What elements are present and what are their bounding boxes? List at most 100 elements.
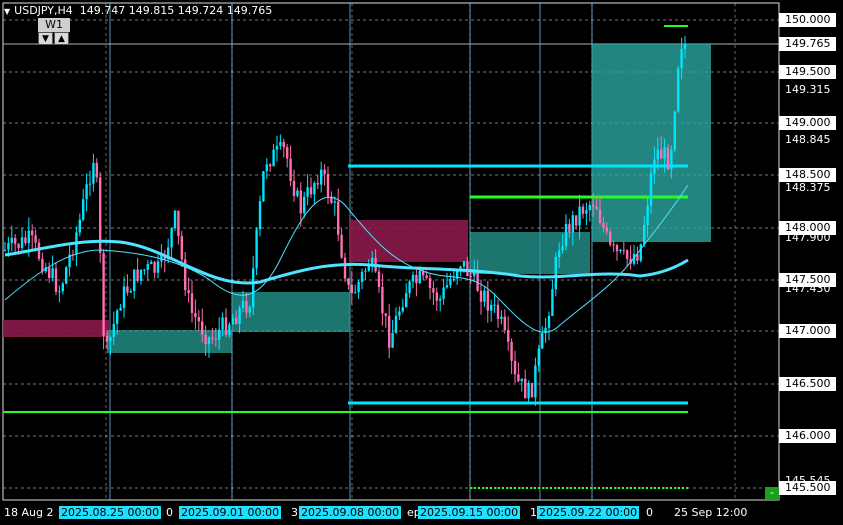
candle-body [418, 271, 421, 284]
candle-body [609, 231, 612, 245]
candle-body [585, 210, 588, 214]
candle-body [156, 261, 160, 273]
candle-body [299, 190, 302, 214]
chart-minus-button[interactable]: - [765, 487, 779, 500]
candle-body [360, 271, 364, 282]
candle-body [337, 201, 340, 235]
timeframe-up-button[interactable]: ▲ [54, 32, 69, 45]
price-tick-label: 147.900 [785, 231, 831, 244]
candle-body [14, 238, 17, 244]
price-tick-label: 148.375 [785, 181, 831, 194]
price-tick-label: 145.500 [779, 481, 836, 495]
price-tick-label: 148.500 [779, 168, 836, 182]
candle-body [207, 337, 211, 345]
candle-body [391, 332, 394, 348]
timeframe-switcher: W1 ▼ ▲ [38, 18, 70, 46]
candle-body [432, 288, 435, 293]
candle-body [646, 205, 649, 226]
timeframe-label: W1 [38, 18, 70, 32]
time-tick-label: 2025.09.01 00:00 [179, 506, 282, 519]
candle-body [252, 268, 255, 308]
candle-body [626, 250, 629, 259]
candle-body [31, 230, 34, 236]
candle-body [20, 237, 24, 249]
candle-body [313, 183, 316, 195]
candle-body [211, 337, 214, 339]
candle-body [578, 206, 581, 226]
candle-body [568, 223, 571, 233]
candle-body [292, 180, 296, 196]
candle-body [65, 267, 68, 284]
candle-body [483, 290, 486, 302]
time-tick-label: 1 [530, 506, 537, 519]
symbol-timeframe: USDJPY,H4 [14, 4, 73, 17]
candle-body [190, 293, 194, 313]
candle-body [214, 338, 217, 340]
price-chart[interactable] [0, 0, 843, 525]
candle-body [221, 317, 224, 330]
chart-menu-icon[interactable]: ▼ [4, 7, 10, 16]
candle-body [394, 315, 398, 333]
time-tick-label: 2025.08.25 00:00 [59, 506, 162, 519]
price-tick-label: 149.315 [785, 83, 831, 96]
time-tick-label: 25 Sep 12:00 [674, 506, 748, 519]
candle-body [612, 244, 615, 246]
candle-body [170, 228, 173, 248]
time-tick-label: 2025.09.22 00:00 [537, 506, 640, 519]
chart-header: ▼ USDJPY,H4 149.747 149.815 149.724 149.7… [4, 4, 272, 17]
candle-body [496, 304, 500, 319]
candle-body [27, 230, 30, 244]
candle-body [258, 201, 262, 230]
timeframe-down-button[interactable]: ▼ [38, 32, 53, 45]
candle-body [88, 183, 92, 185]
candle-body [558, 250, 561, 258]
candle-body [194, 312, 197, 318]
candle-body [656, 149, 659, 160]
candle-body [442, 287, 445, 299]
candle-body [435, 292, 438, 301]
candle-body [228, 324, 231, 335]
candle-body [204, 334, 207, 345]
candle-body [666, 147, 670, 170]
price-tick-label: 149.765 [779, 37, 836, 51]
candle-body [670, 149, 673, 170]
candle-body [112, 323, 115, 338]
candle-body [255, 229, 258, 269]
candle-body [575, 215, 578, 226]
candle-body [48, 267, 51, 279]
candle-body [150, 262, 153, 265]
candle-body [401, 307, 404, 312]
candle-body [3, 249, 7, 251]
candle-body [51, 268, 54, 279]
demand-zone [107, 330, 232, 353]
price-tick-label: 149.000 [779, 116, 836, 130]
candle-body [486, 290, 489, 311]
candle-body [122, 286, 126, 308]
candle-body [660, 149, 663, 159]
candle-body [619, 249, 622, 252]
candle-body [347, 278, 350, 285]
candle-body [102, 252, 105, 336]
candle-body [218, 329, 221, 340]
candle-body [269, 164, 272, 167]
candle-body [405, 293, 408, 308]
candle-body [527, 382, 530, 399]
demand-zone [470, 232, 590, 274]
candle-body [595, 206, 598, 210]
candle-body [34, 235, 37, 243]
candle-body [129, 291, 132, 293]
candle-body [384, 313, 387, 316]
candle-body [673, 111, 676, 150]
candle-body [377, 271, 381, 287]
candle-body [622, 249, 625, 251]
candle-body [105, 335, 109, 342]
candle-body [272, 149, 275, 167]
price-tick-label: 147.000 [779, 324, 836, 338]
candle-body [452, 278, 455, 280]
candle-body [350, 284, 353, 294]
candle-body [116, 310, 119, 324]
candle-body [466, 261, 469, 277]
candle-body [462, 261, 466, 267]
time-tick-label: 0 [646, 506, 653, 519]
candle-body [289, 158, 292, 181]
